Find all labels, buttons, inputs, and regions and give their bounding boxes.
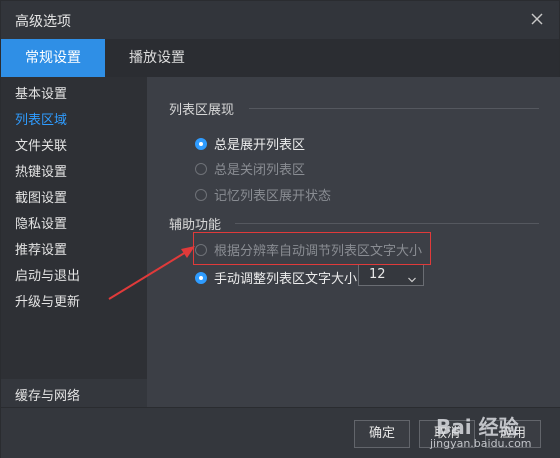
- window-title: 高级选项: [15, 14, 71, 30]
- advanced-options-dialog: 高级选项 常规设置 播放设置 基本设置 列表区域 文件关联 热键设置 截图设置 …: [0, 0, 560, 458]
- radio-always-expand-label: 总是展开列表区: [214, 138, 306, 153]
- list-display-section-title: 列表区展现: [169, 103, 235, 118]
- radio-unchecked-icon: [195, 162, 207, 175]
- radio-unchecked-icon: [195, 188, 207, 201]
- sidebar-item-list-area[interactable]: 列表区域: [15, 109, 67, 128]
- title-bar: 高级选项: [1, 1, 559, 39]
- sidebar-item-hotkeys[interactable]: 热键设置: [15, 161, 67, 180]
- sidebar-item-cache-network[interactable]: 缓存与网络: [1, 379, 147, 407]
- watermark-url: jingyan.baidu.com: [430, 437, 532, 450]
- tab-general-settings[interactable]: 常规设置: [1, 39, 105, 77]
- annotation-arrow-icon: [108, 246, 195, 300]
- section-divider: [249, 108, 539, 109]
- font-size-value: 12: [369, 267, 386, 282]
- section-divider: [235, 223, 539, 224]
- sidebar-item-file-association[interactable]: 文件关联: [15, 135, 67, 154]
- radio-remember-state-label: 记忆列表区展开状态: [214, 189, 332, 204]
- sidebar-item-update[interactable]: 升级与更新: [15, 291, 80, 310]
- radio-always-collapse[interactable]: 总是关闭列表区: [195, 159, 305, 178]
- sidebar-item-privacy[interactable]: 隐私设置: [15, 213, 67, 232]
- radio-checked-icon: [195, 137, 207, 150]
- assist-section-title: 辅助功能: [169, 218, 222, 233]
- radio-manual-font-size[interactable]: 手动调整列表区文字大小: [195, 268, 357, 287]
- tab-bar: 常规设置 播放设置: [1, 39, 559, 77]
- radio-manual-font-size-label: 手动调整列表区文字大小: [214, 272, 358, 287]
- sidebar-item-startup-exit[interactable]: 启动与退出: [15, 265, 80, 284]
- sidebar-item-cache-network-label: 缓存与网络: [15, 389, 81, 404]
- radio-remember-state[interactable]: 记忆列表区展开状态: [195, 185, 331, 204]
- baidu-jingyan-watermark: Bai 经验 jingyan.baidu.com: [426, 409, 558, 457]
- radio-always-expand[interactable]: 总是展开列表区: [195, 134, 305, 153]
- tab-playback-settings[interactable]: 播放设置: [105, 39, 209, 77]
- sidebar-item-screenshot[interactable]: 截图设置: [15, 187, 67, 206]
- sidebar-item-basic[interactable]: 基本设置: [15, 83, 67, 102]
- annotation-highlight-box: [193, 232, 431, 265]
- close-icon[interactable]: [527, 9, 547, 29]
- font-size-select[interactable]: 12: [358, 264, 424, 286]
- ok-button[interactable]: 确定: [354, 420, 410, 448]
- sidebar-item-recommend[interactable]: 推荐设置: [15, 239, 67, 258]
- watermark-logo: Bai 经验: [436, 415, 519, 439]
- radio-always-collapse-label: 总是关闭列表区: [214, 163, 306, 178]
- chevron-down-icon: [408, 272, 416, 283]
